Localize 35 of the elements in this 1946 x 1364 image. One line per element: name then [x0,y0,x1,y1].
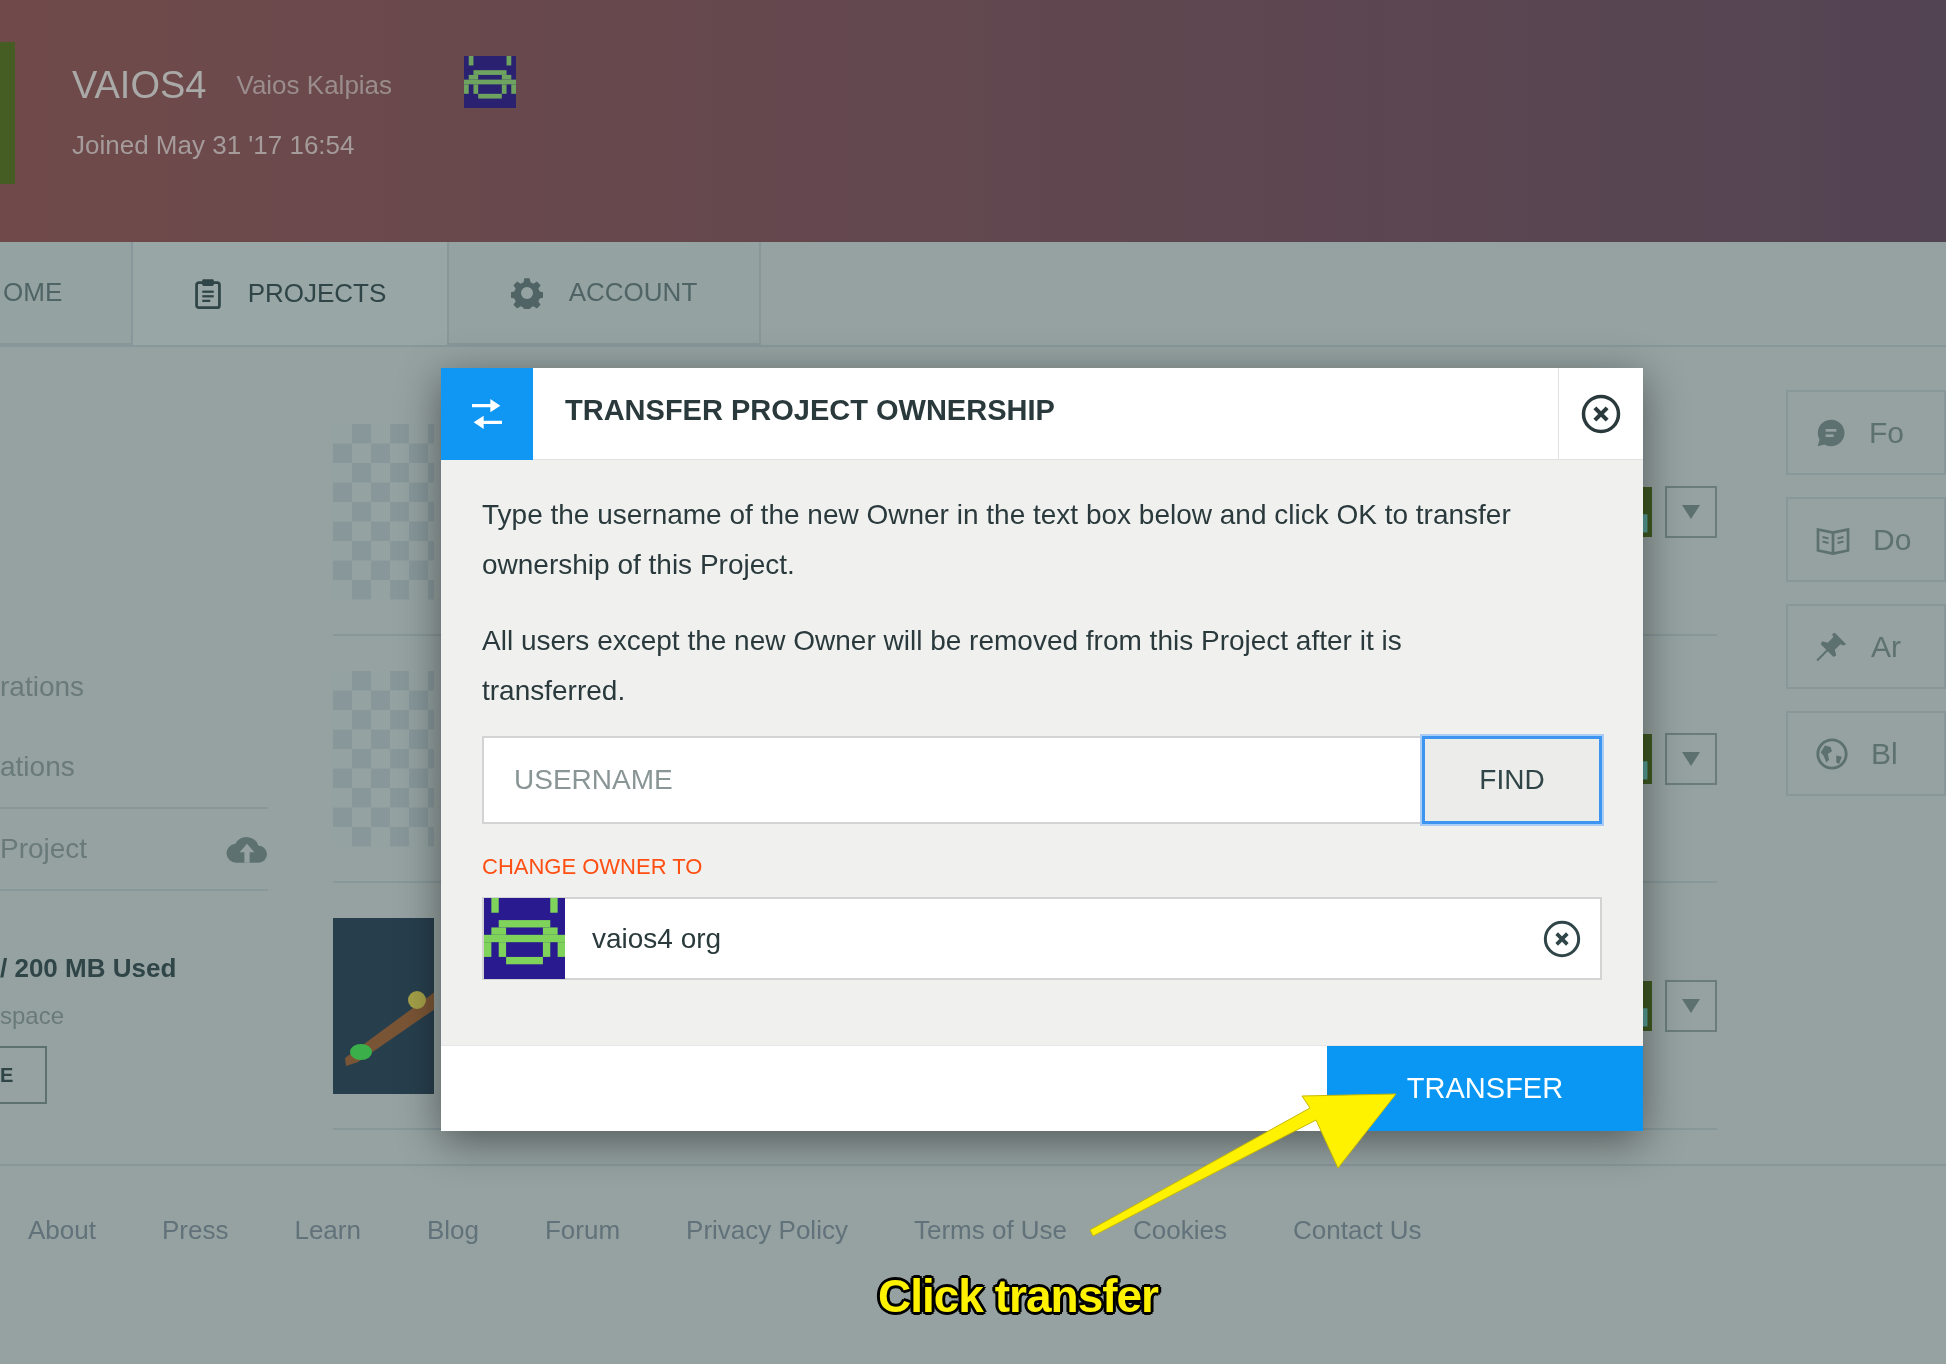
empty-thumbnail[interactable] [333,671,435,847]
settings-icon [510,276,543,309]
dropdown-button[interactable] [1665,733,1717,785]
nav-tab[interactable]: OME [0,242,133,345]
upgrade-button[interactable]: E [0,1046,47,1104]
full-name: Vaios Kalpias [236,68,393,102]
dropdown-button[interactable] [1665,486,1717,538]
owner-name: vaios4 org [592,921,722,956]
nav-tab[interactable]: PROJECTS [133,242,449,345]
instruction-text: Type the username of the new Owner in the text box below and click OK to transfer ownership of this Project. [482,498,1512,582]
avatar-icon [464,56,517,108]
model-thumbnail[interactable] [333,918,435,1094]
section-label: CHANGE OWNER TO [482,853,704,881]
username-field[interactable]: USERNAME [482,736,1422,824]
cloud-upload-icon[interactable] [226,834,269,864]
dialog-title: TRANSFER PROJECT OWNERSHIP [565,392,1055,428]
joined-date: Joined May 31 '17 16:54 [72,129,356,162]
owner-avatar-icon [484,898,565,979]
empty-thumbnail[interactable] [333,424,435,600]
instruction-text: All users except the new Owner will be removed from this Project after it is transferred. [482,624,1403,708]
close-icon [1542,918,1582,959]
close-icon [1580,393,1622,435]
annotation-caption: Click transfer [878,1269,1158,1324]
find-button[interactable]: FIND [1422,736,1602,824]
caret-down-icon [1682,505,1700,519]
caret-down-icon [1682,752,1700,766]
transfer-button[interactable]: TRANSFER [1327,1046,1643,1131]
caret-down-icon [1682,999,1700,1013]
storage-usage: / 200 MB Used [0,952,178,985]
dropdown-button[interactable] [1665,980,1717,1032]
remove-owner-button[interactable] [1542,918,1582,959]
globe-icon [1815,736,1849,771]
clipboard-icon [193,277,222,310]
username: VAIOS4 [72,66,207,104]
nav-tab[interactable]: ACCOUNT [449,242,761,345]
